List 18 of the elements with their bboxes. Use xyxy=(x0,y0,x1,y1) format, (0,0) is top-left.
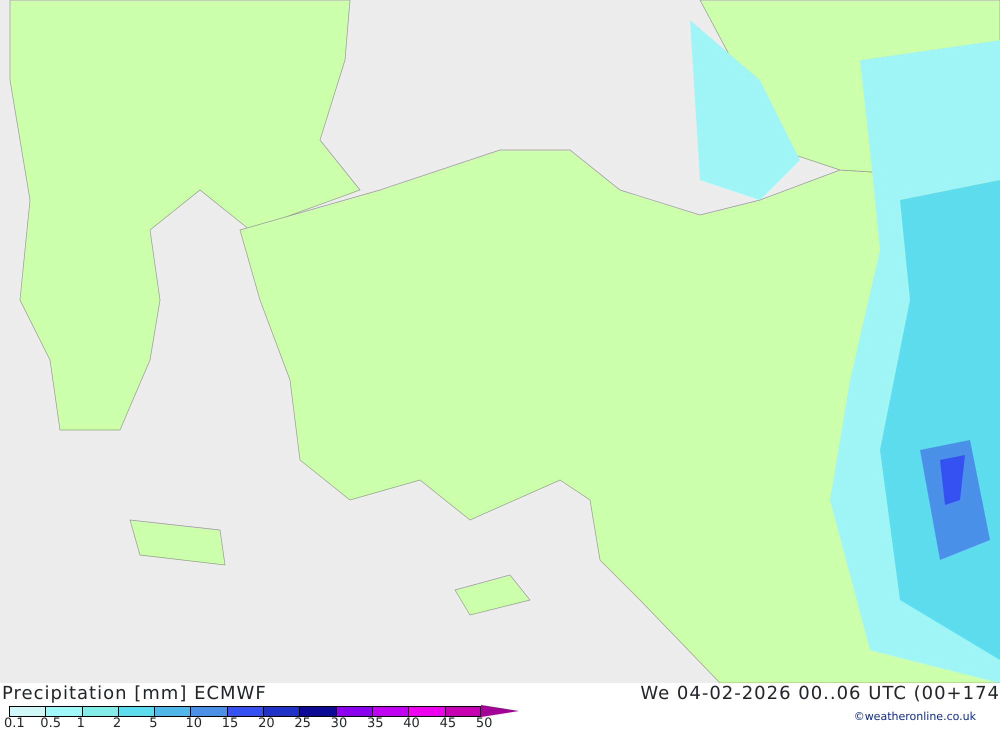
legend-label: 50 xyxy=(476,717,492,731)
legend-label: 5 xyxy=(149,717,158,731)
legend-label: 15 xyxy=(222,717,238,731)
legend-arrow-icon xyxy=(480,705,519,717)
legend-label: 25 xyxy=(294,717,311,731)
valid-time: We 04-02-2026 00..06 UTC (00+174 xyxy=(640,683,1000,705)
legend-label: 20 xyxy=(258,717,275,731)
legend-label: 0.1 xyxy=(4,717,25,731)
legend-label: 45 xyxy=(440,717,456,731)
credit-text: ©weatheronline.co.uk xyxy=(854,709,977,725)
legend-label: 0.5 xyxy=(40,717,61,731)
legend-label: 35 xyxy=(366,717,384,731)
legend-label: 1 xyxy=(76,717,85,731)
map-title: Precipitation [mm] ECMWF xyxy=(1,683,267,705)
legend-label: 10 xyxy=(185,717,202,731)
legend-label: 2 xyxy=(112,717,122,731)
legend-label: 30 xyxy=(330,717,348,731)
legend-label: 40 xyxy=(403,717,420,731)
